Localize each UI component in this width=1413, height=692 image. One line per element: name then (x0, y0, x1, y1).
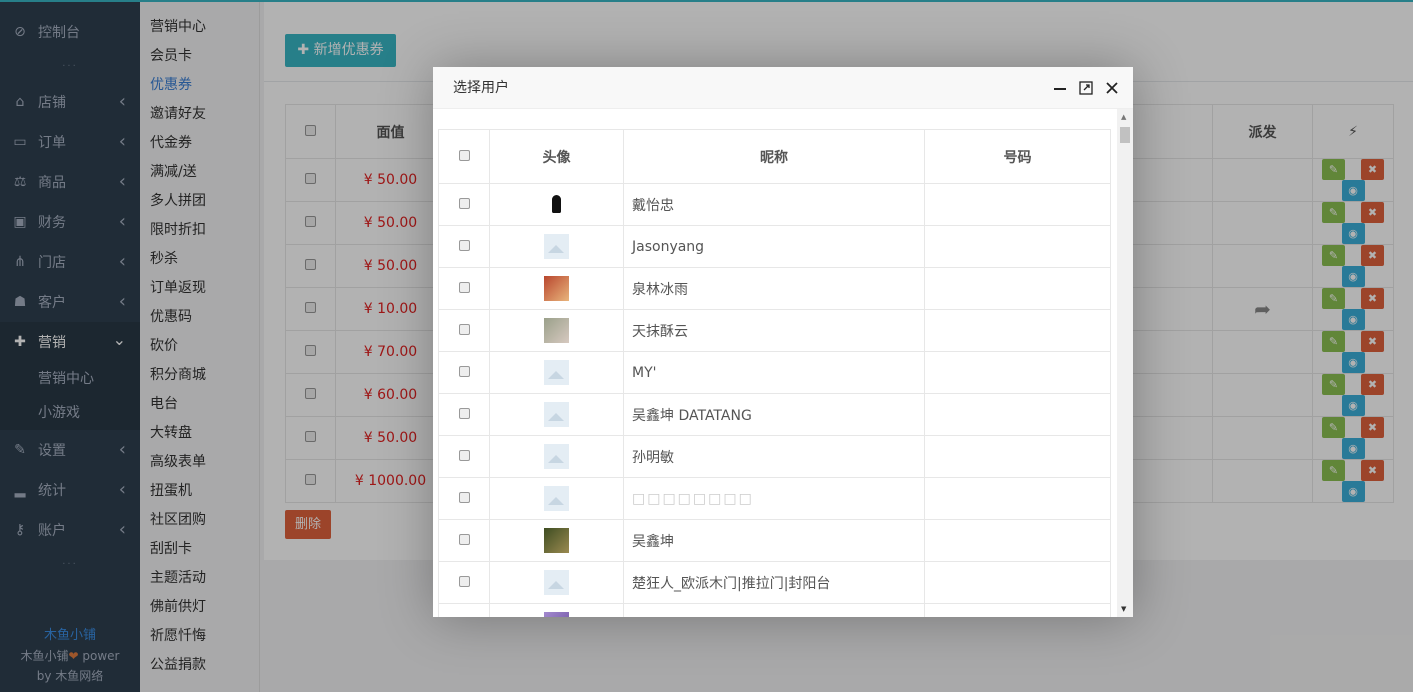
avatar-header: 头像 (489, 129, 624, 184)
user-nickname: MY' (623, 351, 925, 394)
modal-header: 选择用户 (433, 67, 1133, 109)
close-icon[interactable] (1105, 81, 1119, 95)
user-phone (924, 561, 1111, 604)
scroll-down-icon[interactable]: ▼ (1121, 605, 1126, 613)
nickname-header: 昵称 (623, 129, 925, 184)
user-nickname (623, 603, 925, 617)
user-avatar-cell (489, 309, 624, 352)
user-nickname: □□□□□□□□ (623, 477, 925, 520)
user-avatar-cell (489, 393, 624, 436)
avatar (544, 612, 569, 617)
user-checkbox-cell (438, 351, 490, 394)
user-row[interactable]: 泉林冰雨 (438, 267, 1111, 310)
avatar (544, 528, 569, 553)
maximize-icon[interactable] (1079, 81, 1093, 95)
user-checkbox[interactable] (458, 449, 470, 461)
user-checkbox-cell (438, 309, 490, 352)
minimize-icon[interactable] (1053, 81, 1067, 95)
user-checkbox[interactable] (458, 407, 470, 419)
user-checkbox[interactable] (458, 197, 470, 209)
user-checkbox-cell (438, 267, 490, 310)
avatar (544, 444, 569, 469)
avatar (544, 192, 569, 217)
user-avatar-cell (489, 477, 624, 520)
avatar (544, 276, 569, 301)
user-checkbox-cell (438, 393, 490, 436)
modal-tools (1041, 67, 1119, 109)
user-checkbox[interactable] (458, 533, 470, 545)
user-nickname: 孙明敏 (623, 435, 925, 478)
user-checkbox-cell (438, 561, 490, 604)
user-checkbox-cell (438, 183, 490, 226)
user-avatar-cell (489, 183, 624, 226)
avatar (544, 360, 569, 385)
avatar (544, 402, 569, 427)
user-avatar-cell (489, 519, 624, 562)
user-checkbox-cell (438, 519, 490, 562)
modal-scrollbar[interactable]: ▲ ▼ (1117, 109, 1133, 617)
avatar (544, 486, 569, 511)
user-row[interactable]: 吴鑫坤 DATATANG (438, 393, 1111, 436)
user-row[interactable]: Jasonyang (438, 225, 1111, 268)
user-row[interactable]: 戴怡忠 (438, 183, 1111, 226)
user-phone (924, 393, 1111, 436)
user-checkbox[interactable] (458, 323, 470, 335)
modal-body: 头像 昵称 号码 戴怡忠 Jasonyang 泉林冰雨 天抹酥云 MY' 吴鑫坤 DATA… (433, 109, 1133, 617)
avatar (544, 570, 569, 595)
user-row[interactable]: MY' (438, 351, 1111, 394)
user-nickname: Jasonyang (623, 225, 925, 268)
user-checkbox[interactable] (458, 365, 470, 377)
user-row[interactable]: 孙明敏 (438, 435, 1111, 478)
user-checkbox-cell (438, 225, 490, 268)
scroll-up-icon[interactable]: ▲ (1121, 113, 1126, 121)
user-checkbox[interactable] (458, 239, 470, 251)
user-row[interactable]: 楚狂人_欧派木门|推拉门|封阳台 (438, 561, 1111, 604)
avatar (544, 234, 569, 259)
user-nickname: 楚狂人_欧派木门|推拉门|封阳台 (623, 561, 925, 604)
user-avatar-cell (489, 351, 624, 394)
user-phone (924, 519, 1111, 562)
user-phone (924, 309, 1111, 352)
user-phone (924, 435, 1111, 478)
user-avatar-cell (489, 267, 624, 310)
user-avatar-cell (489, 225, 624, 268)
user-avatar-cell (489, 435, 624, 478)
user-nickname: 泉林冰雨 (623, 267, 925, 310)
user-checkbox-cell (438, 435, 490, 478)
select-user-modal: 选择用户 头像 昵称 号码 戴怡忠 Jasonyang 泉林冰雨天抹酥云 MY'… (433, 67, 1133, 617)
user-checkbox[interactable] (458, 575, 470, 587)
user-phone (924, 351, 1111, 394)
user-nickname: 戴怡忠 (623, 183, 925, 226)
user-select-all-checkbox[interactable] (458, 149, 470, 161)
user-select-all-header (438, 129, 490, 184)
phone-header: 号码 (924, 129, 1111, 184)
modal-title: 选择用户 (453, 80, 509, 96)
user-checkbox-cell (438, 477, 490, 520)
user-row[interactable] (438, 603, 1111, 617)
user-table: 头像 昵称 号码 戴怡忠 Jasonyang 泉林冰雨 天抹酥云 MY' 吴鑫坤 DATA… (438, 129, 1111, 617)
scrollbar-thumb[interactable] (1120, 127, 1130, 143)
user-avatar-cell (489, 603, 624, 617)
user-nickname: 吴鑫坤 DATATANG (623, 393, 925, 436)
user-phone (924, 225, 1111, 268)
user-checkbox[interactable] (458, 281, 470, 293)
user-nickname: 天抹酥云 (623, 309, 925, 352)
user-phone (924, 477, 1111, 520)
user-row[interactable]: □□□□□□□□ (438, 477, 1111, 520)
avatar (544, 318, 569, 343)
user-phone (924, 183, 1111, 226)
user-nickname: 吴鑫坤 (623, 519, 925, 562)
user-phone (924, 603, 1111, 617)
user-row[interactable]: 吴鑫坤 (438, 519, 1111, 562)
user-checkbox[interactable] (458, 491, 470, 503)
user-row[interactable]: 天抹酥云 (438, 309, 1111, 352)
user-phone (924, 267, 1111, 310)
user-checkbox-cell (438, 603, 490, 617)
user-avatar-cell (489, 561, 624, 604)
